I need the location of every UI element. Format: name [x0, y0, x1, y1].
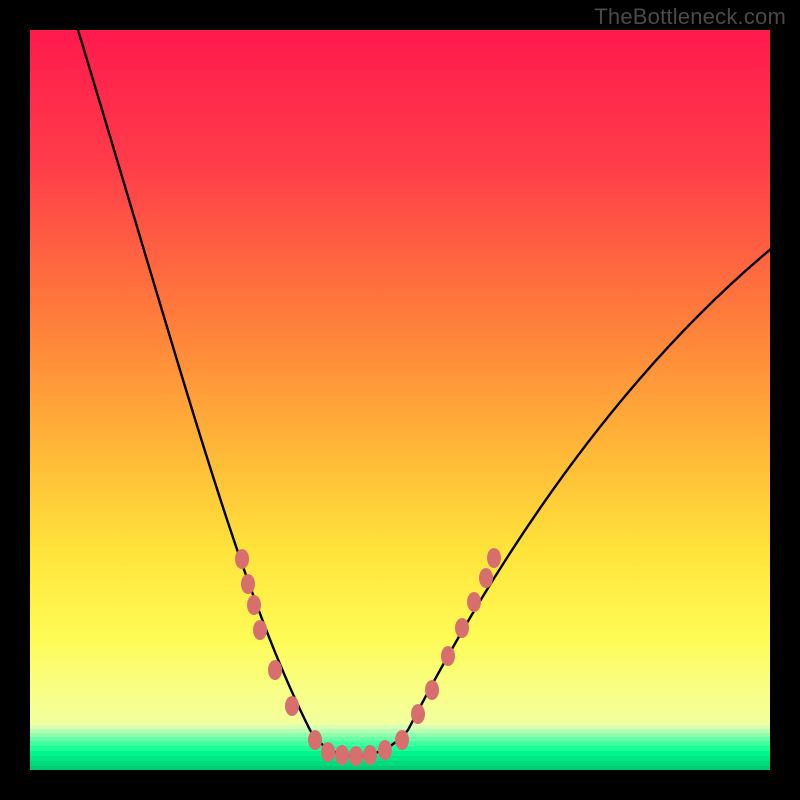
- data-point: [395, 730, 409, 750]
- data-point: [247, 595, 261, 615]
- plot-area: [30, 30, 770, 770]
- data-point: [241, 574, 255, 594]
- data-point: [308, 730, 322, 750]
- data-point: [425, 680, 439, 700]
- data-point: [441, 646, 455, 666]
- watermark-text: TheBottleneck.com: [594, 4, 786, 30]
- data-point: [467, 592, 481, 612]
- data-point: [479, 568, 493, 588]
- data-point: [285, 696, 299, 716]
- data-point: [335, 745, 349, 765]
- data-point: [378, 740, 392, 760]
- data-point: [455, 618, 469, 638]
- chart-svg: [30, 30, 770, 770]
- data-point: [321, 742, 335, 762]
- data-point: [349, 746, 363, 766]
- data-point: [253, 620, 267, 640]
- data-point: [411, 704, 425, 724]
- data-point: [363, 745, 377, 765]
- data-point: [487, 548, 501, 568]
- outer-frame: TheBottleneck.com: [0, 0, 800, 800]
- bottleneck-curve: [75, 30, 770, 756]
- marker-group: [235, 548, 501, 766]
- data-point: [235, 549, 249, 569]
- data-point: [268, 660, 282, 680]
